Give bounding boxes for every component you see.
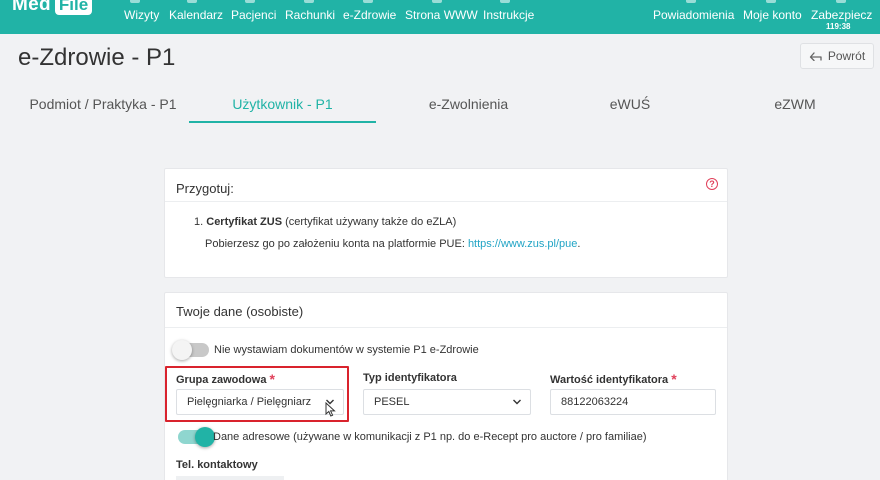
address-data-label: Dane adresowe (używane w komunikacji z P… xyxy=(213,431,647,443)
typ-identyfikatora-label: Typ identyfikatora xyxy=(363,372,457,384)
item-number: 1. xyxy=(194,216,204,228)
back-arrow-icon xyxy=(809,52,822,61)
item-description: (certyfikat używany także do eZLA) xyxy=(282,216,457,228)
no-p1-documents-label: Nie wystawiam dokumentów w systemie P1 e… xyxy=(214,344,479,356)
nav-pacjenci[interactable]: Pacjenci xyxy=(231,8,276,22)
medfile-logo[interactable]: Med File xyxy=(12,0,93,16)
card-divider xyxy=(165,327,727,328)
highlight-box xyxy=(165,366,349,422)
tel-kontaktowy-label: Tel. kontaktowy xyxy=(176,459,258,471)
pue-info-end: . xyxy=(577,238,581,250)
personal-card-title: Twoje dane (osobiste) xyxy=(176,304,304,319)
session-timer: 119:38 xyxy=(826,22,851,31)
wartosc-identyfikatora-label-text: Wartość identyfikatora xyxy=(550,374,669,386)
back-button-label: Powrót xyxy=(827,49,866,63)
nav-instrukcje[interactable]: Instrukcje xyxy=(483,8,534,22)
nav-icon-wizyty xyxy=(130,0,140,3)
nav-icon-powiadomienia xyxy=(686,0,696,3)
top-navbar: Med File Wizyty Kalendarz Pacjenci Rachu… xyxy=(0,0,880,34)
nav-icon-rachunki xyxy=(304,0,314,3)
nav-kalendarz[interactable]: Kalendarz xyxy=(169,8,223,22)
tab-uzytkownik[interactable]: Użytkownik - P1 xyxy=(189,95,376,113)
card-divider xyxy=(165,201,727,202)
nav-icon-ezdrowie xyxy=(363,0,373,3)
wartosc-identyfikatora-value: 88122063224 xyxy=(561,396,629,408)
tab-ezwm[interactable]: eZWM xyxy=(755,95,835,113)
nav-zabezpiecz[interactable]: Zabezpiecz xyxy=(811,8,872,22)
typ-identyfikatora-value: PESEL xyxy=(374,396,410,408)
nav-icon-instrukcje xyxy=(500,0,510,3)
wartosc-identyfikatora-input[interactable]: 88122063224 xyxy=(550,389,716,415)
nav-ezdrowie[interactable]: e-Zdrowie xyxy=(343,8,396,22)
required-mark: * xyxy=(671,371,677,387)
nav-icon-strona xyxy=(432,0,442,3)
mouse-pointer-icon xyxy=(325,402,336,417)
nav-icon-zabezpiecz xyxy=(836,0,846,3)
zus-pue-link[interactable]: https://www.zus.pl/pue xyxy=(468,238,577,250)
tab-e-zwolnienia[interactable]: e-Zwolnienia xyxy=(400,95,537,113)
typ-identyfikatora-select[interactable]: PESEL xyxy=(363,389,531,415)
wartosc-identyfikatora-label: Wartość identyfikatora * xyxy=(550,370,677,387)
logo-text-med: Med xyxy=(12,0,51,15)
prepare-item-1: 1. Certyfikat ZUS (certyfikat używany ta… xyxy=(194,216,456,228)
pue-info-text: Pobierzesz go po założeniu konta na plat… xyxy=(205,238,468,250)
tab-podmiot[interactable]: Podmiot / Praktyka - P1 xyxy=(24,95,182,113)
help-icon[interactable]: ? xyxy=(706,178,718,190)
back-button[interactable]: Powrót xyxy=(800,43,874,69)
chevron-down-icon xyxy=(513,399,521,405)
tab-ewus[interactable]: eWUŚ xyxy=(590,95,670,113)
nav-moje-konto[interactable]: Moje konto xyxy=(743,8,802,22)
toggle-knob xyxy=(195,427,215,447)
item-title: Certyfikat ZUS xyxy=(206,216,283,228)
nav-wizyty[interactable]: Wizyty xyxy=(124,8,159,22)
nav-icon-kalendarz xyxy=(187,0,197,3)
address-data-toggle[interactable] xyxy=(178,427,215,447)
nav-strona-www[interactable]: Strona WWW xyxy=(405,8,478,22)
prepare-card: Przygotuj: ? 1. Certyfikat ZUS (certyfik… xyxy=(164,168,728,278)
toggle-knob xyxy=(172,340,192,360)
logo-text-file: File xyxy=(54,0,93,15)
prepare-item-1-sub: Pobierzesz go po założeniu konta na plat… xyxy=(205,238,580,250)
page-title: e-Zdrowie - P1 xyxy=(18,44,176,71)
nav-rachunki[interactable]: Rachunki xyxy=(285,8,335,22)
active-tab-indicator xyxy=(189,121,376,123)
nav-icon-pacjenci xyxy=(245,0,255,3)
nav-powiadomienia[interactable]: Powiadomienia xyxy=(653,8,734,22)
prepare-card-title: Przygotuj: xyxy=(176,181,234,196)
nav-icon-konto xyxy=(766,0,776,3)
tel-kontaktowy-input[interactable] xyxy=(176,476,284,480)
no-p1-documents-toggle[interactable] xyxy=(172,340,209,360)
